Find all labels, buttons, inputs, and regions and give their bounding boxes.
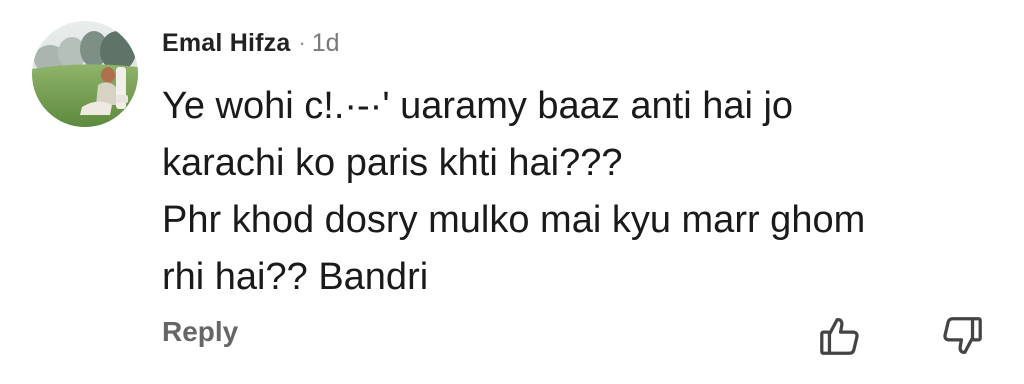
comment-body: Ye wohi c!.·-·' uaramy baaz anti hai jo … bbox=[162, 78, 982, 306]
like-button[interactable] bbox=[812, 308, 868, 364]
comment-card: Emal Hifza · 1d Ye wohi c!.·-·' uaramy b… bbox=[0, 0, 1024, 384]
comment-body-line: Ye wohi c!.·-·' uaramy baaz anti hai jo bbox=[162, 85, 794, 127]
author-name[interactable]: Emal Hifza bbox=[162, 29, 290, 58]
comment-body-line: karachi ko paris khti hai??? bbox=[162, 142, 623, 184]
reply-button[interactable]: Reply bbox=[162, 316, 238, 348]
thumbs-down-icon bbox=[943, 317, 982, 354]
comment-header: Emal Hifza · 1d bbox=[162, 26, 340, 60]
comment-body-line: Phr khod dosry mulko mai kyu marr ghom bbox=[162, 199, 866, 241]
comment-timestamp: 1d bbox=[311, 28, 340, 57]
thumbs-up-icon bbox=[820, 318, 859, 355]
meta-separator: · bbox=[298, 30, 306, 55]
avatar[interactable] bbox=[32, 21, 138, 127]
comment-body-line: rhi hai?? Bandri bbox=[162, 256, 429, 298]
avatar-image bbox=[32, 21, 138, 127]
dislike-button[interactable] bbox=[934, 308, 990, 364]
